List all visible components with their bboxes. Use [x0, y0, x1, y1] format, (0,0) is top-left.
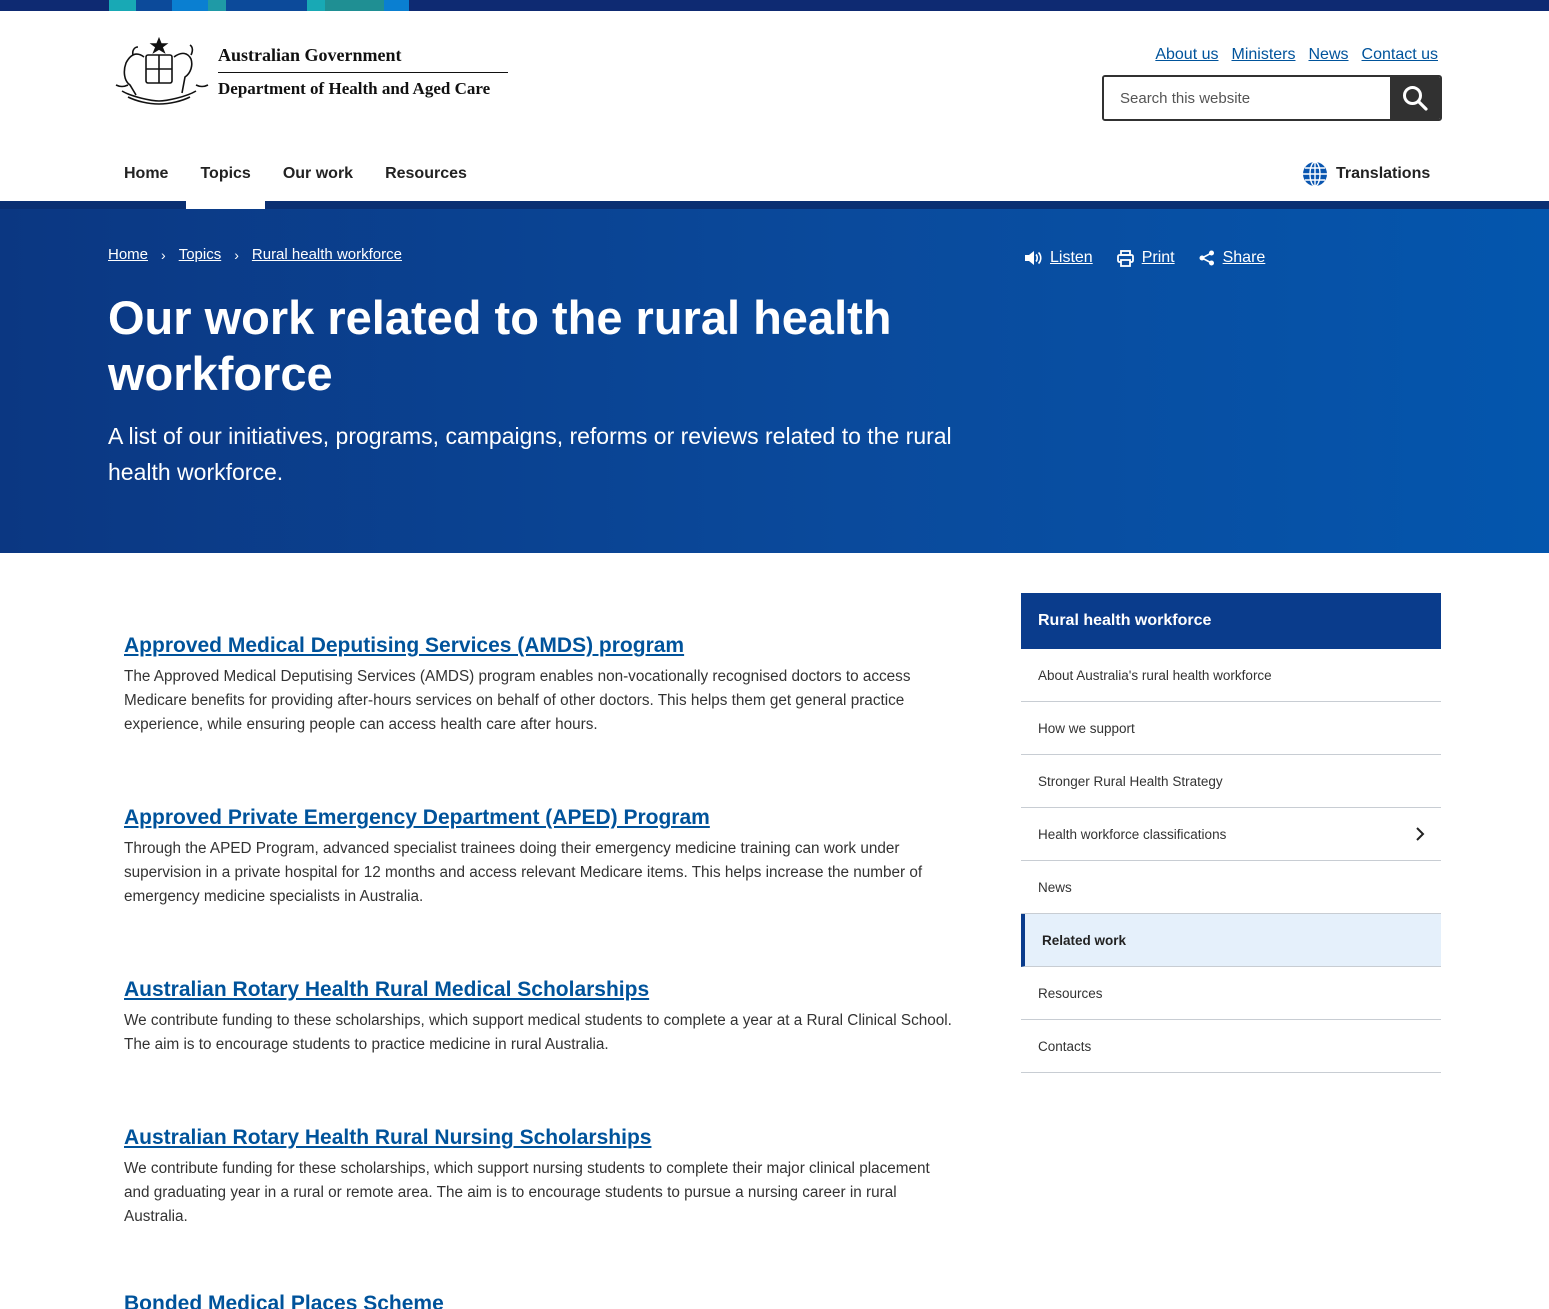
- coat-of-arms-icon: [115, 36, 209, 105]
- globe-icon: [1303, 161, 1327, 187]
- nav-topics[interactable]: Topics: [184, 146, 268, 208]
- government-name: Australian Government: [218, 45, 508, 73]
- speaker-icon: [1025, 251, 1042, 265]
- print-button[interactable]: Print: [1116, 249, 1175, 267]
- list-item: Australian Rotary Health Rural Medical S…: [124, 976, 959, 1124]
- entry-title-link[interactable]: Australian Rotary Health Rural Nursing S…: [124, 1126, 651, 1149]
- side-nav-item-label: Health workforce classifications: [1038, 826, 1227, 842]
- listen-label: Listen: [1050, 249, 1093, 266]
- entry-description: The Approved Medical Deputising Services…: [124, 668, 911, 733]
- side-nav-item-health-workforce-classifications[interactable]: Health workforce classifications: [1021, 808, 1441, 861]
- side-nav-item-label: Stronger Rural Health Strategy: [1038, 773, 1223, 789]
- share-icon: [1199, 250, 1214, 266]
- side-nav-item-label: News: [1038, 879, 1072, 895]
- side-nav-item-contacts[interactable]: Contacts: [1021, 1020, 1441, 1073]
- brand-colour-strip: [0, 0, 1549, 11]
- chevron-right-icon[interactable]: [1415, 827, 1425, 841]
- ministers-link[interactable]: Ministers: [1231, 46, 1295, 64]
- search-button[interactable]: [1390, 77, 1440, 119]
- side-nav-item-news[interactable]: News: [1021, 861, 1441, 914]
- listen-button[interactable]: Listen: [1024, 249, 1093, 267]
- breadcrumb: Home › Topics › Rural health workforce: [108, 246, 402, 263]
- search-input[interactable]: [1104, 77, 1390, 119]
- side-nav-item-label: Resources: [1038, 985, 1103, 1001]
- nav-our-work[interactable]: Our work: [267, 146, 369, 208]
- page-title-block: Our work related to the rural health wor…: [108, 290, 968, 402]
- side-nav-item-how-we-support[interactable]: How we support: [1021, 702, 1441, 755]
- breadcrumb-rural-health-workforce[interactable]: Rural health workforce: [252, 246, 402, 263]
- active-tab-indicator: [186, 201, 265, 209]
- breadcrumb-topics[interactable]: Topics: [179, 246, 222, 263]
- site-logo[interactable]: Australian Government Department of Heal…: [108, 34, 518, 110]
- site-search: [1102, 75, 1442, 121]
- side-nav-item-stronger-rural-health-strategy[interactable]: Stronger Rural Health Strategy: [1021, 755, 1441, 808]
- share-button[interactable]: Share: [1199, 249, 1266, 267]
- entry-title-link[interactable]: Australian Rotary Health Rural Medical S…: [124, 978, 649, 1001]
- side-nav-item-related-work[interactable]: Related work: [1021, 914, 1441, 967]
- chevron-right-icon: ›: [234, 246, 239, 263]
- chevron-right-icon: ›: [161, 246, 166, 263]
- entry-title-link[interactable]: Approved Private Emergency Department (A…: [124, 806, 710, 829]
- page-tools: Listen Print Share: [1024, 249, 1265, 267]
- entry-title-link[interactable]: Approved Medical Deputising Services (AM…: [124, 634, 684, 657]
- search-icon: [1403, 86, 1428, 111]
- side-nav-item-label: Contacts: [1038, 1038, 1092, 1054]
- department-name: Department of Health and Aged Care: [218, 79, 491, 98]
- nav-home[interactable]: Home: [108, 146, 184, 208]
- entry-description: We contribute funding for these scholars…: [124, 1160, 930, 1225]
- print-label: Print: [1141, 249, 1175, 266]
- about-us-link[interactable]: About us: [1155, 46, 1218, 64]
- breadcrumb-home[interactable]: Home: [108, 246, 148, 263]
- entry-description: Through the APED Program, advanced speci…: [124, 840, 923, 905]
- nav-resources[interactable]: Resources: [369, 146, 483, 208]
- side-nav-item-label: Related work: [1042, 932, 1127, 948]
- list-item: Approved Medical Deputising Services (AM…: [124, 632, 959, 804]
- side-nav-item-label: How we support: [1038, 720, 1135, 736]
- page-lead-text: A list of our initiatives, programs, cam…: [108, 423, 952, 485]
- side-nav-item-resources[interactable]: Resources: [1021, 967, 1441, 1020]
- translations-label: Translations: [1336, 165, 1431, 182]
- share-label: Share: [1222, 249, 1266, 266]
- utility-nav: About us Ministers News Contact us: [1155, 46, 1438, 64]
- section-side-nav: Rural health workforce About Australia's…: [1021, 593, 1441, 1073]
- side-nav-heading[interactable]: Rural health workforce: [1021, 593, 1441, 649]
- side-nav-item-label: About Australia's rural health workforce: [1038, 667, 1272, 683]
- list-item: Australian Rotary Health Rural Nursing S…: [124, 1124, 959, 1290]
- main-nav: Home Topics Our work Resources: [108, 146, 483, 208]
- printer-icon: [1116, 249, 1134, 267]
- translations-button[interactable]: Translations: [1302, 160, 1430, 188]
- entry-description: We contribute funding to these scholarsh…: [124, 1012, 952, 1053]
- list-item: Bonded Medical Places Scheme: [124, 1290, 959, 1309]
- news-link[interactable]: News: [1309, 46, 1349, 64]
- contact-us-link[interactable]: Contact us: [1362, 46, 1438, 64]
- page-lead-block: A list of our initiatives, programs, cam…: [108, 418, 968, 490]
- page-title-heading: Our work related to the rural health wor…: [108, 291, 892, 400]
- list-item: Approved Private Emergency Department (A…: [124, 804, 959, 976]
- entry-title-link[interactable]: Bonded Medical Places Scheme: [124, 1292, 444, 1309]
- side-nav-item-about[interactable]: About Australia's rural health workforce: [1021, 649, 1441, 702]
- related-work-list: Approved Medical Deputising Services (AM…: [124, 632, 959, 1309]
